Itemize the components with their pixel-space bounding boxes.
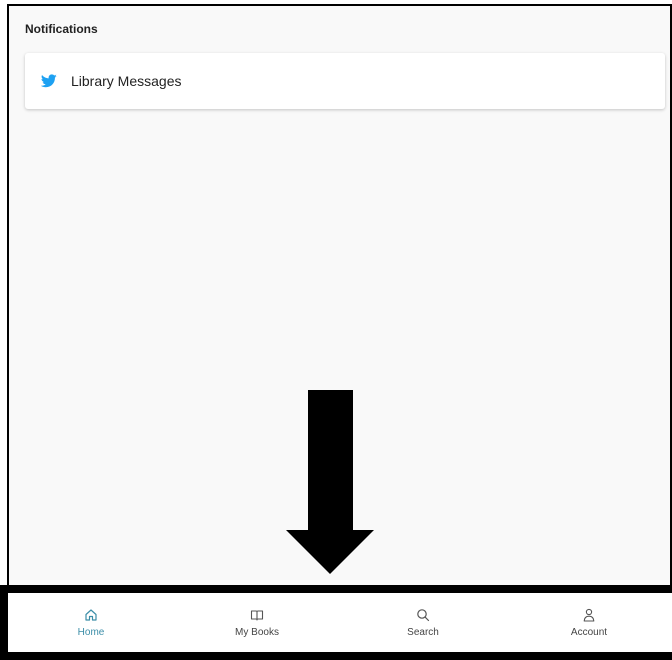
library-messages-label: Library Messages xyxy=(71,73,182,89)
notifications-heading: Notifications xyxy=(25,22,98,36)
nav-label-search: Search xyxy=(407,626,439,638)
home-icon xyxy=(84,608,98,622)
library-messages-card[interactable]: Library Messages xyxy=(25,53,665,109)
down-arrow-shaft xyxy=(308,390,353,532)
person-icon xyxy=(582,608,596,622)
down-arrow-head xyxy=(286,530,374,574)
book-icon xyxy=(250,608,264,622)
nav-label-home: Home xyxy=(77,626,105,638)
nav-item-account[interactable]: Account xyxy=(506,593,672,652)
nav-label-my-books: My Books xyxy=(235,626,279,638)
nav-item-my-books[interactable]: My Books xyxy=(174,593,340,652)
nav-item-search[interactable]: Search xyxy=(340,593,506,652)
twitter-bird-icon xyxy=(41,73,57,89)
bottom-navigation: Home My Books Search Account xyxy=(8,593,672,652)
bottom-nav-highlight: Home My Books Search Account xyxy=(0,585,672,660)
nav-item-home[interactable]: Home xyxy=(8,593,174,652)
search-icon xyxy=(416,608,430,622)
nav-label-account: Account xyxy=(570,626,608,638)
